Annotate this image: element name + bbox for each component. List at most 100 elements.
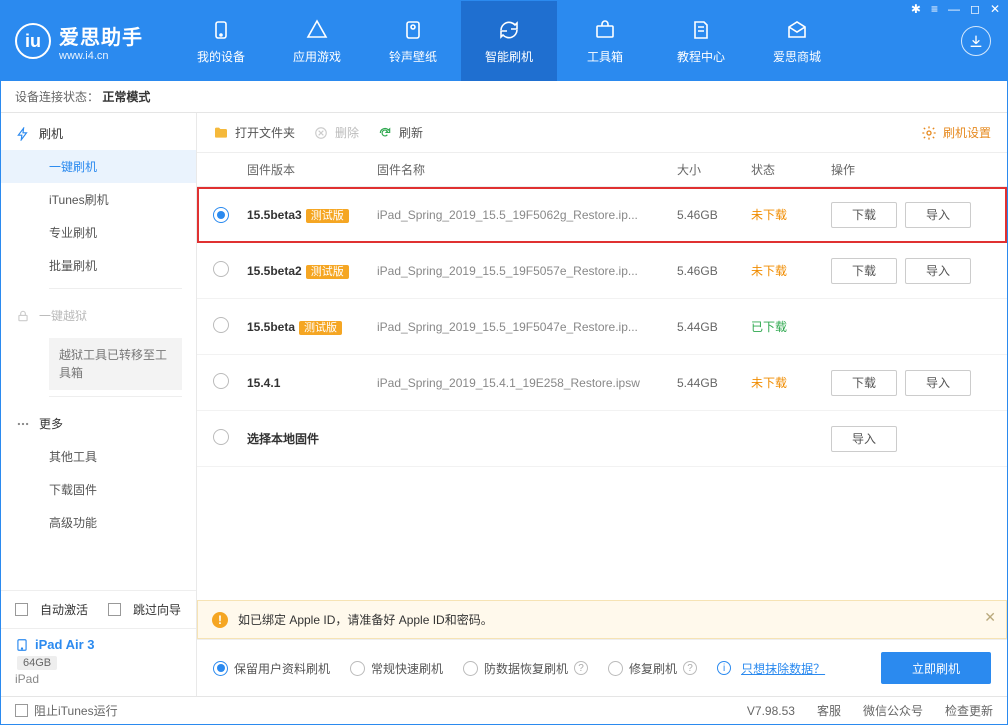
logo-badge-icon: iu [15, 23, 51, 59]
firmware-size: 5.46GB [677, 208, 718, 222]
table-header: 固件版本 固件名称 大小 状态 操作 [197, 153, 1007, 187]
device-info[interactable]: iPad Air 3 64GB iPad [1, 628, 196, 696]
nav-item-3[interactable]: 智能刷机 [461, 1, 557, 81]
device-type-label: iPad [15, 672, 182, 686]
download-button[interactable]: 下载 [831, 258, 897, 284]
erase-data-link[interactable]: 只想抹除数据？ [741, 660, 825, 677]
beta-tag: 测试版 [306, 265, 349, 279]
download-button[interactable]: 下载 [831, 370, 897, 396]
firmware-filename: iPad_Spring_2019_15.4.1_19E258_Restore.i… [377, 376, 669, 390]
sidebar-item-other-tools[interactable]: 其他工具 [1, 440, 196, 473]
open-folder-button[interactable]: 打开文件夹 [213, 124, 295, 141]
connection-status-label: 设备连接状态： [15, 90, 99, 104]
block-itunes-label: 阻止iTunes运行 [34, 702, 118, 719]
nav-label-6: 爱思商城 [773, 48, 821, 65]
nav-item-0[interactable]: 我的设备 [173, 1, 269, 81]
support-link[interactable]: 客服 [817, 702, 841, 719]
notice-close-button[interactable]: ✕ [984, 609, 996, 626]
content-toolbar: 打开文件夹 删除 刷新 刷机设置 [197, 113, 1007, 153]
firmware-row[interactable]: 15.4.1 iPad_Spring_2019_15.4.1_19E258_Re… [197, 355, 1007, 411]
firmware-row[interactable]: 选择本地固件 导入 [197, 411, 1007, 467]
settings-icon[interactable]: ✱ [911, 3, 921, 15]
apple-id-notice: ! 如已绑定 Apple ID，请准备好 Apple ID和密码。 ✕ [197, 600, 1007, 639]
mode-anti-recovery[interactable]: 防数据恢复刷机 ? [463, 660, 588, 677]
import-button[interactable]: 导入 [905, 202, 971, 228]
sidebar-item-download-firmware[interactable]: 下载固件 [1, 473, 196, 506]
beta-tag: 测试版 [306, 209, 349, 223]
firmware-version: 15.4.1 [247, 376, 280, 390]
row-radio[interactable] [213, 317, 229, 333]
check-update-link[interactable]: 检查更新 [945, 702, 993, 719]
sidebar: 刷机 一键刷机 iTunes刷机 专业刷机 批量刷机 一键越狱 越狱工具已转移至… [1, 113, 197, 696]
nav-item-1[interactable]: 应用游戏 [269, 1, 365, 81]
nav-item-6[interactable]: 爱思商城 [749, 1, 845, 81]
maximize-button[interactable]: ◻ [970, 3, 980, 15]
firmware-filename: iPad_Spring_2019_15.5_19F5047e_Restore.i… [377, 320, 669, 334]
refresh-button[interactable]: 刷新 [377, 124, 423, 141]
nav-icon-4 [593, 18, 617, 42]
nav-item-5[interactable]: 教程中心 [653, 1, 749, 81]
sidebar-group-more[interactable]: 更多 [1, 403, 196, 440]
sidebar-item-pro-flash[interactable]: 专业刷机 [1, 216, 196, 249]
download-button[interactable]: 下载 [831, 202, 897, 228]
firmware-row[interactable]: 15.5beta测试版 iPad_Spring_2019_15.5_19F504… [197, 299, 1007, 355]
close-button[interactable]: ✕ [990, 3, 1000, 15]
mode-keep-radio[interactable] [213, 661, 228, 676]
col-ops: 操作 [831, 161, 991, 178]
firmware-version: 15.5beta3 [247, 208, 302, 222]
sidebar-item-itunes-flash[interactable]: iTunes刷机 [1, 183, 196, 216]
wechat-link[interactable]: 微信公众号 [863, 702, 923, 719]
menu-icon[interactable]: ≡ [931, 3, 938, 15]
brand-title: 爱思助手 [59, 21, 143, 50]
flash-now-button[interactable]: 立即刷机 [881, 652, 991, 684]
mode-repair-radio[interactable] [608, 661, 623, 676]
help-icon[interactable]: ? [683, 661, 697, 675]
import-button[interactable]: 导入 [905, 370, 971, 396]
mode-normal-radio[interactable] [350, 661, 365, 676]
skip-guide-checkbox[interactable] [108, 603, 121, 616]
mode-keep-data[interactable]: 保留用户资料刷机 [213, 660, 330, 677]
content-area: 打开文件夹 删除 刷新 刷机设置 固件版本 固件名称 [197, 113, 1007, 696]
nav-item-4[interactable]: 工具箱 [557, 1, 653, 81]
flash-icon [15, 126, 31, 142]
help-icon[interactable]: ? [574, 661, 588, 675]
nav-icon-2 [401, 18, 425, 42]
version-label[interactable]: V7.98.53 [747, 704, 795, 718]
block-itunes-checkbox[interactable] [15, 704, 28, 717]
nav-label-5: 教程中心 [677, 48, 725, 65]
row-radio[interactable] [213, 207, 229, 223]
import-button[interactable]: 导入 [905, 258, 971, 284]
connection-status-value: 正常模式 [102, 90, 150, 104]
firmware-version: 15.5beta [247, 320, 295, 334]
flash-settings-button[interactable]: 刷机设置 [921, 124, 991, 141]
firmware-status: 未下载 [751, 208, 787, 222]
firmware-row[interactable]: 15.5beta3测试版 iPad_Spring_2019_15.5_19F50… [197, 187, 1007, 243]
erase-data-prompt: i 只想抹除数据？ [717, 660, 825, 677]
sidebar-item-batch-flash[interactable]: 批量刷机 [1, 249, 196, 282]
col-status: 状态 [751, 161, 831, 178]
auto-activate-checkbox[interactable] [15, 603, 28, 616]
status-bar: 阻止iTunes运行 V7.98.53 客服 微信公众号 检查更新 [1, 696, 1007, 724]
mode-anti-radio[interactable] [463, 661, 478, 676]
sidebar-group-more-label: 更多 [39, 415, 63, 432]
brand-logo: iu 爱思助手 www.i4.cn [15, 21, 143, 62]
device-name-label: iPad Air 3 [35, 637, 94, 652]
row-radio[interactable] [213, 429, 229, 445]
minimize-button[interactable]: — [948, 3, 960, 15]
info-icon[interactable]: i [717, 661, 731, 675]
mode-repair[interactable]: 修复刷机 ? [608, 660, 697, 677]
sidebar-item-oneclick-flash[interactable]: 一键刷机 [1, 150, 196, 183]
download-center-icon[interactable] [961, 26, 991, 56]
row-radio[interactable] [213, 373, 229, 389]
nav-item-2[interactable]: 铃声壁纸 [365, 1, 461, 81]
row-radio[interactable] [213, 261, 229, 277]
mode-normal[interactable]: 常规快速刷机 [350, 660, 443, 677]
sidebar-item-advanced[interactable]: 高级功能 [1, 506, 196, 539]
folder-icon [213, 125, 229, 141]
firmware-row[interactable]: 15.5beta2测试版 iPad_Spring_2019_15.5_19F50… [197, 243, 1007, 299]
sidebar-group-flash[interactable]: 刷机 [1, 113, 196, 150]
sidebar-group-jailbreak-label: 一键越狱 [39, 307, 87, 324]
nav-icon-3 [497, 18, 521, 42]
import-button[interactable]: 导入 [831, 426, 897, 452]
gear-icon [921, 125, 937, 141]
